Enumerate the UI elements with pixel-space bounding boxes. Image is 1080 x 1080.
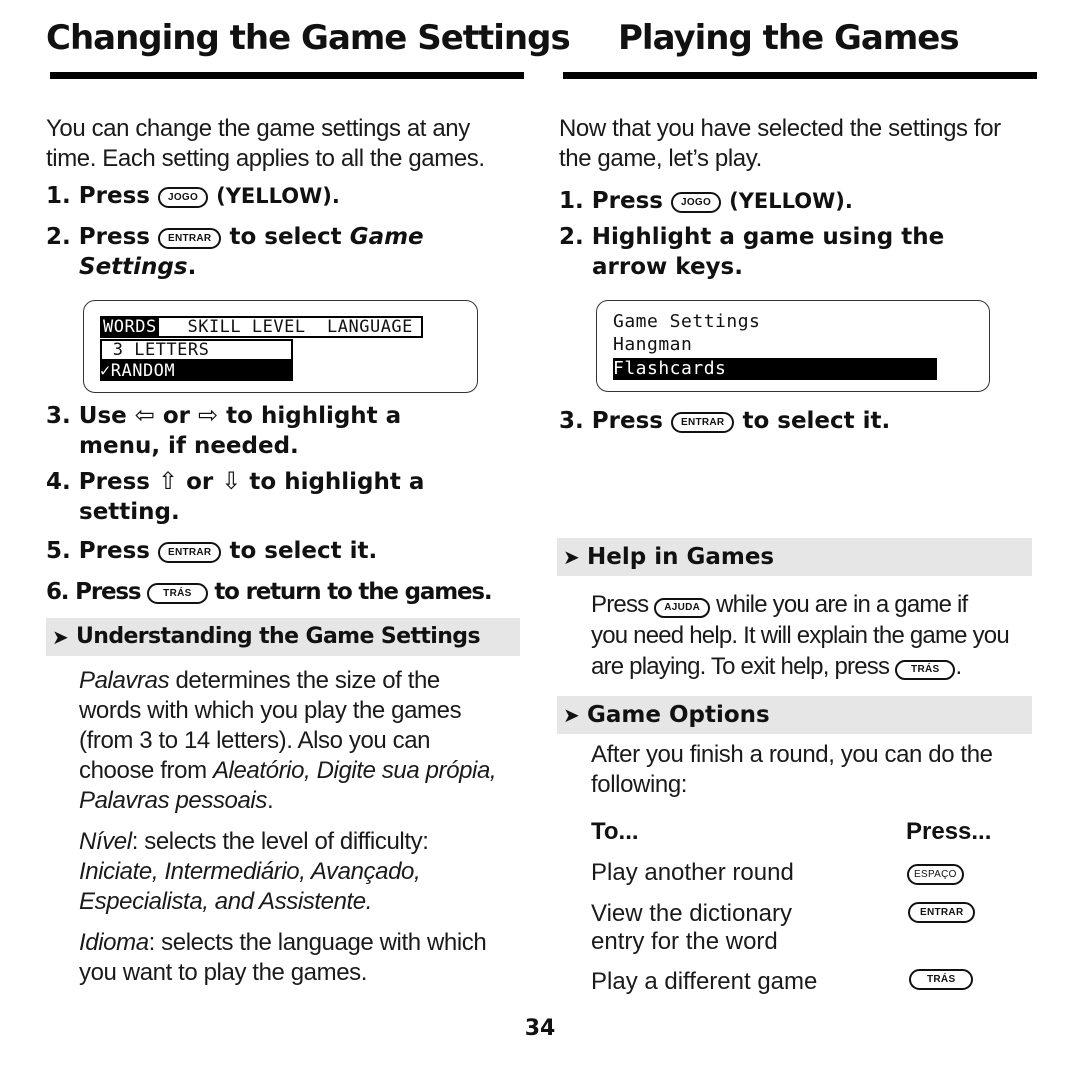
screen-menu-words: WORDS bbox=[101, 317, 159, 337]
step-1-left: 1. Press JOGO (YELLOW). bbox=[46, 183, 340, 209]
screen-item-game-settings: Game Settings bbox=[613, 311, 761, 332]
entrar-key: ENTRAR bbox=[670, 412, 735, 433]
jogo-key: JOGO bbox=[670, 192, 722, 213]
step-6-left: 6. Press TRÁS to return to the games. bbox=[46, 579, 493, 605]
down-arrow-icon: ⇩ bbox=[221, 467, 242, 495]
section-understanding-settings: ➤ Understanding the Game Settings bbox=[46, 618, 520, 656]
screen-item-flashcards: Flashcards bbox=[613, 358, 937, 380]
tras-key: TRÁS bbox=[909, 969, 974, 990]
jogo-key: JOGO bbox=[157, 187, 209, 208]
step-3-right: 3. Press ENTRAR to select it. bbox=[559, 408, 891, 434]
options-row-action: Play another round bbox=[591, 859, 794, 886]
step-3-left: 3. Use ⇦ or ⇨ to highlight a menu, if ne… bbox=[46, 401, 402, 459]
column-header-press: Press... bbox=[906, 818, 992, 845]
paragraph-nivel: Nível: selects the level of difficulty: … bbox=[79, 828, 429, 915]
chevron-right-icon: ➤ bbox=[563, 545, 580, 569]
options-row-action: View the dictionary entry for the word bbox=[591, 900, 792, 955]
step-2-right: 2. Highlight a game using the arrow keys… bbox=[559, 224, 945, 280]
paragraph-palavras: Palavras determines the size of the word… bbox=[79, 667, 497, 814]
step-2-left: 2. Press ENTRAR to select Game Settings. bbox=[46, 224, 424, 280]
options-row-key: ESPAÇO bbox=[907, 864, 964, 885]
section-help-in-games: ➤ Help in Games bbox=[557, 538, 1032, 576]
right-arrow-icon: ⇨ bbox=[198, 401, 219, 429]
options-row-key: ENTRAR bbox=[908, 902, 976, 923]
entrar-key: ENTRAR bbox=[157, 228, 222, 249]
page-number: 34 bbox=[524, 1016, 556, 1041]
title-rule-left bbox=[50, 72, 524, 79]
screen-menu-rest: SKILL LEVEL LANGUAGE bbox=[166, 317, 413, 337]
chevron-right-icon: ➤ bbox=[563, 703, 580, 727]
paragraph-idioma: Idioma: selects the language with which … bbox=[79, 929, 487, 986]
step-1-right: 1. Press JOGO (YELLOW). bbox=[559, 188, 853, 214]
tras-key: TRÁS bbox=[147, 583, 208, 604]
device-screen-settings: WORDS SKILL LEVEL LANGUAGE 3 LETTERS ✓RA… bbox=[83, 300, 478, 393]
screen-option-random: ✓RANDOM bbox=[100, 361, 293, 381]
ajuda-key: AJUDA bbox=[654, 598, 711, 618]
screen-item-hangman: Hangman bbox=[613, 334, 693, 355]
up-arrow-icon: ⇧ bbox=[157, 467, 179, 495]
screen-option-letters: 3 LETTERS bbox=[100, 339, 293, 361]
entrar-key: ENTRAR bbox=[908, 902, 976, 923]
step-4-left: 4. Press ⇧ or ⇩ to highlight a setting. bbox=[46, 467, 425, 525]
intro-left: You can change the game settings at any … bbox=[46, 115, 485, 172]
device-screen-games: Game Settings Hangman Flashcards bbox=[596, 300, 990, 392]
options-row-key: TRÁS bbox=[909, 969, 974, 990]
page-title-right: Playing the Games bbox=[618, 18, 960, 58]
tras-key: TRÁS bbox=[895, 660, 956, 680]
options-row-action: Play a different game bbox=[591, 968, 818, 995]
intro-right: Now that you have selected the settings … bbox=[559, 115, 1001, 172]
section-game-options: ➤ Game Options bbox=[557, 696, 1032, 734]
column-header-to: To... bbox=[591, 818, 639, 845]
chevron-right-icon: ➤ bbox=[52, 625, 69, 649]
help-paragraph: Press AJUDA while you are in a game if y… bbox=[591, 591, 1010, 680]
left-arrow-icon: ⇦ bbox=[134, 401, 155, 429]
title-rule-right bbox=[563, 72, 1037, 79]
entrar-key: ENTRAR bbox=[157, 542, 222, 563]
espaco-key: ESPAÇO bbox=[907, 864, 964, 885]
options-intro: After you finish a round, you can do the… bbox=[591, 741, 993, 798]
page-title-left: Changing the Game Settings bbox=[46, 18, 571, 58]
step-5-left: 5. Press ENTRAR to select it. bbox=[46, 538, 378, 564]
